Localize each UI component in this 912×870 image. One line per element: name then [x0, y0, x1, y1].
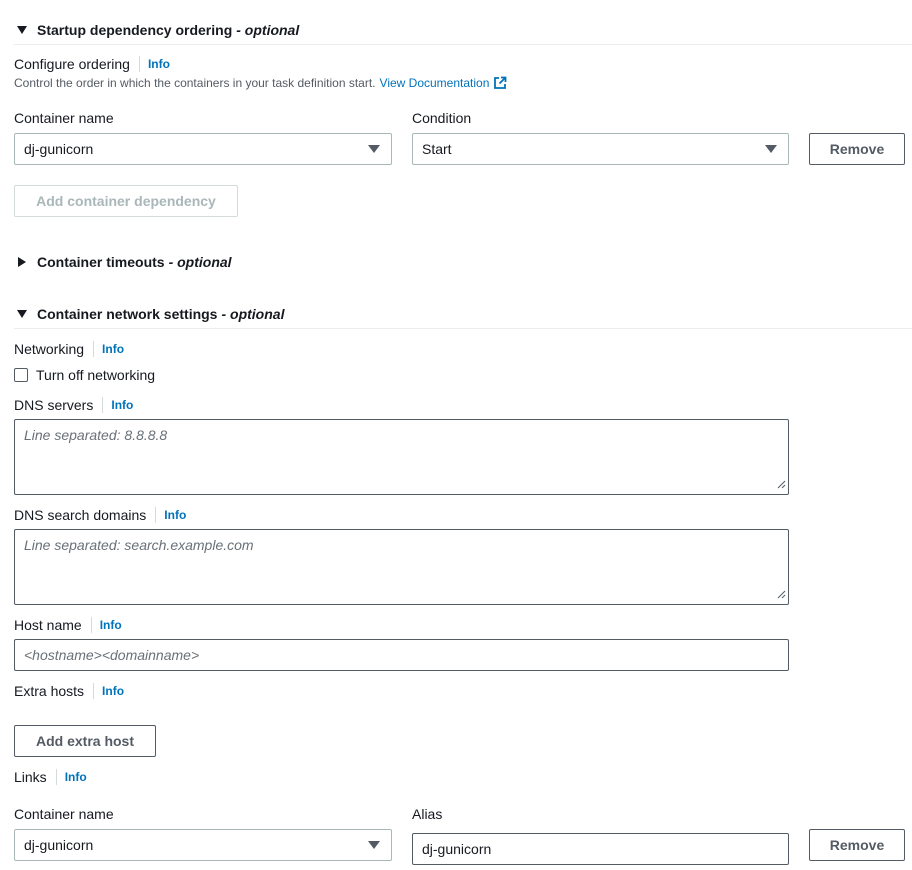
add-extra-host-button[interactable]: Add extra host — [14, 725, 156, 757]
links-container-name-value: dj-gunicorn — [24, 837, 94, 853]
alias-label: Alias — [412, 806, 443, 822]
timeouts-section-title: Container timeouts — [37, 254, 165, 270]
configure-ordering-info-link[interactable]: Info — [148, 57, 170, 71]
extra-hosts-label-row: Extra hosts Info — [14, 682, 124, 700]
dns-servers-placeholder: Line separated: 8.8.8.8 — [24, 427, 168, 443]
dns-search-textarea[interactable]: Line separated: search.example.com — [14, 529, 789, 605]
caret-down-icon — [14, 309, 30, 319]
timeouts-section-header[interactable]: Container timeouts - optional — [14, 252, 232, 272]
host-name-input[interactable]: <hostname><domainname> — [14, 639, 789, 671]
links-container-name-select[interactable]: dj-gunicorn — [14, 829, 392, 861]
caret-down-icon — [14, 25, 30, 35]
links-info-link[interactable]: Info — [65, 770, 87, 784]
turn-off-networking-row[interactable]: Turn off networking — [14, 366, 155, 384]
separator — [138, 56, 140, 72]
turn-off-networking-label: Turn off networking — [36, 367, 156, 383]
extra-hosts-label: Extra hosts — [14, 683, 85, 699]
dns-servers-label-row: DNS servers Info — [14, 396, 133, 414]
separator — [93, 683, 95, 699]
add-container-dependency-button[interactable]: Add container dependency — [14, 185, 238, 217]
remove-link-button[interactable]: Remove — [809, 829, 905, 861]
condition-select[interactable]: Start — [412, 133, 789, 165]
remove-dependency-button[interactable]: Remove — [809, 133, 905, 165]
separator — [93, 341, 95, 357]
dns-search-placeholder: Line separated: search.example.com — [24, 537, 254, 553]
container-name-select[interactable]: dj-gunicorn — [14, 133, 392, 165]
host-name-placeholder: <hostname><domainname> — [24, 647, 200, 663]
caret-down-icon — [765, 145, 777, 153]
networking-label: Networking — [14, 341, 85, 357]
condition-label: Condition — [412, 110, 472, 126]
alias-value: dj-gunicorn — [422, 841, 492, 857]
external-link-icon — [493, 76, 507, 90]
dns-search-info-link[interactable]: Info — [164, 508, 186, 522]
startup-section-optional: - optional — [236, 22, 300, 38]
container-name-value: dj-gunicorn — [24, 141, 94, 157]
dns-servers-textarea[interactable]: Line separated: 8.8.8.8 — [14, 419, 789, 495]
container-name-label: Container name — [14, 110, 114, 126]
links-label-row: Links Info — [14, 768, 87, 786]
host-name-info-link[interactable]: Info — [100, 618, 122, 632]
configure-ordering-label-row: Configure ordering Info — [14, 55, 170, 73]
configure-ordering-description: Control the order in which the container… — [14, 75, 507, 91]
caret-down-icon — [368, 145, 380, 153]
caret-down-icon — [368, 841, 380, 849]
network-section-title: Container network settings — [37, 306, 218, 322]
alias-input[interactable]: dj-gunicorn — [412, 833, 789, 865]
description-text: Control the order in which the container… — [14, 76, 376, 90]
dns-search-label: DNS search domains — [14, 507, 147, 523]
caret-right-icon — [14, 256, 30, 268]
dns-servers-info-link[interactable]: Info — [111, 398, 133, 412]
view-documentation-link[interactable]: View Documentation — [380, 76, 490, 90]
networking-info-link[interactable]: Info — [102, 342, 124, 356]
separator — [90, 617, 92, 633]
separator — [55, 769, 57, 785]
separator — [155, 507, 157, 523]
condition-value: Start — [422, 141, 452, 157]
separator — [102, 397, 104, 413]
dns-search-label-row: DNS search domains Info — [14, 506, 186, 524]
host-name-label-row: Host name Info — [14, 616, 122, 634]
divider — [14, 44, 912, 45]
dns-servers-label: DNS servers — [14, 397, 94, 413]
links-label: Links — [14, 769, 47, 785]
network-section-optional: - optional — [221, 306, 285, 322]
resize-handle-icon[interactable] — [776, 476, 786, 492]
network-section-header[interactable]: Container network settings - optional — [14, 304, 284, 324]
turn-off-networking-checkbox[interactable] — [14, 368, 28, 382]
timeouts-section-optional: - optional — [168, 254, 232, 270]
links-container-name-label: Container name — [14, 806, 114, 822]
startup-section-title: Startup dependency ordering — [37, 22, 233, 38]
configure-ordering-label: Configure ordering — [14, 56, 130, 72]
divider — [14, 328, 912, 329]
host-name-label: Host name — [14, 617, 82, 633]
startup-section-header[interactable]: Startup dependency ordering - optional — [14, 20, 299, 40]
extra-hosts-info-link[interactable]: Info — [102, 684, 124, 698]
resize-handle-icon[interactable] — [776, 586, 786, 602]
networking-label-row: Networking Info — [14, 340, 124, 358]
